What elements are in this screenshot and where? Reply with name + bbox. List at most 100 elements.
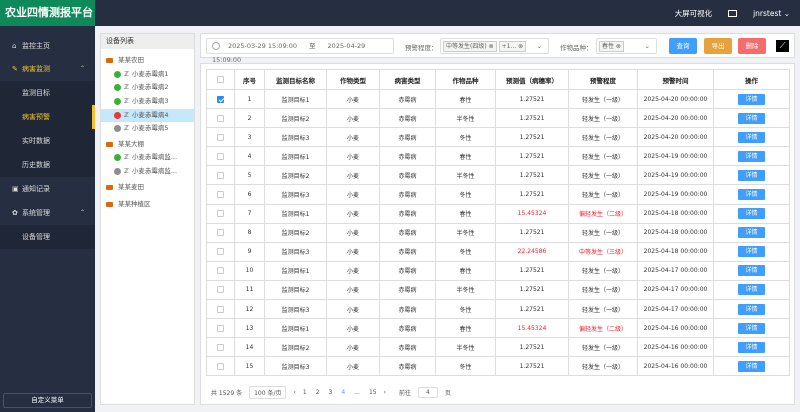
table-row[interactable]: 10 监测目标1 小麦 赤霉病 春性 1.27521 轻发生（一级） 2025-04-17 0… [206, 260, 790, 281]
table-cell: 冬性 [435, 241, 496, 262]
detail-button[interactable]: 详情 [738, 246, 765, 258]
detail-button[interactable]: 详情 [738, 265, 765, 277]
detail-button[interactable]: 详情 [738, 189, 765, 201]
date-range-picker[interactable]: 2025-03-29 15:09:00 至 2025-04-29 15:09:00 [206, 38, 394, 64]
row-checkbox[interactable] [217, 114, 224, 122]
detail-button[interactable]: 详情 [738, 322, 765, 334]
delete-button[interactable]: 删除 [738, 38, 766, 54]
row-checkbox[interactable] [217, 133, 224, 141]
monitor-icon: ✎ [12, 65, 18, 73]
table-row[interactable]: 14 监测目标2 小麦 赤霉病 半冬性 1.27521 轻发生（一级） 2025-04-16 … [206, 337, 790, 358]
page-number[interactable]: 15 [369, 389, 377, 396]
level-tag-more[interactable]: +1... ⊗ [498, 41, 527, 52]
sidebar-item[interactable]: 实时数据 [0, 129, 95, 153]
table-row[interactable]: 1 监测目标1 小麦 赤霉病 春性 1.27521 轻发生（一级） 2025-04-20 00… [206, 88, 790, 110]
tree-device[interactable]: ℤ 小麦赤霉病2 [101, 81, 194, 94]
table-cell: 小麦 [326, 146, 380, 167]
sidebar-item[interactable]: ✎ 病害监测 ⌃ [0, 57, 95, 81]
user-menu[interactable]: jnrstest ⌄ [753, 9, 790, 18]
row-checkbox[interactable] [217, 152, 224, 160]
page-number[interactable]: 4 [341, 389, 345, 396]
table-cell: 2 [234, 108, 265, 129]
tree-device[interactable]: ℤ 小麦赤霉病3 [101, 95, 194, 108]
tree-folder[interactable]: 某某种植区 [101, 198, 194, 211]
table-cell: 半冬性 [435, 108, 496, 129]
row-checkbox[interactable] [217, 191, 224, 199]
custom-menu-button[interactable]: 自定义菜单 [3, 393, 92, 408]
table-row[interactable]: 12 监测目标3 小麦 赤霉病 冬性 1.27521 轻发生（一级） 2025-04-17 0… [206, 299, 790, 320]
page-size-select[interactable]: 100 条/页 [249, 386, 287, 399]
sidebar-item[interactable]: 监测目标 [0, 81, 95, 105]
detail-button[interactable]: 详情 [738, 112, 765, 124]
detail-button[interactable]: 详情 [738, 284, 765, 296]
tree-device[interactable]: ℤ 小麦赤霉病监... [101, 165, 194, 178]
table-row[interactable]: 13 监测目标1 小麦 赤霉病 春性 15.45324 偏轻发生（二级） 2025-04-16… [206, 318, 790, 339]
tree-device[interactable]: ℤ 小麦赤霉病监... [101, 151, 194, 164]
row-checkbox[interactable] [217, 343, 224, 351]
table-row[interactable]: 4 监测目标1 小麦 赤霉病 春性 1.27521 轻发生（一级） 2025-04-19 00… [206, 146, 790, 167]
select-all-checkbox[interactable] [217, 76, 224, 83]
table-row[interactable]: 2 监测目标2 小麦 赤霉病 半冬性 1.27521 轻发生（一级） 2025-04-20 0… [206, 108, 790, 129]
sidebar-item[interactable]: 设备管理 [0, 225, 95, 249]
row-checkbox[interactable] [217, 362, 224, 370]
level-select[interactable]: 中等发生(四级) ⊗ +1... ⊗ ⌄ [440, 38, 549, 54]
variety-tag[interactable]: 春性 ⊗ [599, 41, 624, 52]
row-checkbox[interactable] [217, 305, 224, 313]
row-checkbox[interactable] [217, 95, 224, 103]
tree-folder[interactable]: 某某大棚 [101, 138, 194, 151]
page-number[interactable]: ... [354, 389, 360, 396]
sidebar-item-label: 病害监测 [22, 65, 50, 73]
detail-button[interactable]: 详情 [738, 169, 765, 181]
variety-select[interactable]: 春性 ⊗ ⌄ [596, 38, 657, 54]
sidebar-item[interactable]: ✿ 系统管理 ⌃ [0, 201, 95, 225]
query-button[interactable]: 查询 [669, 38, 697, 54]
detail-button[interactable]: 详情 [738, 150, 765, 162]
big-screen-link[interactable]: 大屏可视化 [675, 8, 713, 19]
detail-button[interactable]: 详情 [738, 93, 765, 105]
table-cell: 轻发生（一级） [568, 108, 638, 129]
table-row[interactable]: 11 监测目标2 小麦 赤霉病 半冬性 1.27521 轻发生（一级） 2025-04-17 … [206, 279, 790, 301]
table-row[interactable]: 5 监测目标2 小麦 赤霉病 半冬性 1.27521 轻发生（一级） 2025-04-19 0… [206, 165, 790, 186]
message-icon[interactable] [728, 9, 738, 17]
detail-button[interactable]: 详情 [738, 227, 765, 239]
export-button[interactable]: 导出 [704, 38, 732, 54]
page-number[interactable]: 2 [316, 389, 320, 396]
sidebar-item[interactable]: 历史数据 [0, 153, 95, 177]
row-checkbox[interactable] [217, 267, 224, 275]
row-checkbox[interactable] [217, 248, 224, 256]
table-cell: 3 [234, 127, 265, 148]
level-tag[interactable]: 中等发生(四级) ⊗ [443, 41, 497, 52]
tree-device[interactable]: ℤ 小麦赤霉病1 [101, 68, 194, 81]
tree-folder[interactable]: 某某麦田 [101, 181, 194, 194]
table-row[interactable]: 8 监测目标2 小麦 赤霉病 半冬性 1.27521 轻发生（一级） 2025-04-18 0… [206, 222, 790, 243]
table-row[interactable]: 7 监测目标1 小麦 赤霉病 春性 15.45324 偏轻发生（二级） 2025-04-18 … [206, 203, 790, 224]
row-checkbox[interactable] [217, 210, 224, 218]
detail-button[interactable]: 详情 [738, 303, 765, 315]
detail-button[interactable]: 详情 [738, 208, 765, 220]
sidebar-item-label: 系统管理 [22, 209, 50, 217]
table-row[interactable]: 15 监测目标3 小麦 赤霉病 冬性 1.27521 轻发生（一级） 2025-04-16 0… [206, 356, 790, 377]
chart-icon[interactable]: ⟋ [776, 40, 789, 52]
tree-device[interactable]: ℤ 小麦赤霉病5 [101, 122, 194, 135]
row-checkbox[interactable] [217, 229, 224, 237]
table-row[interactable]: 3 监测目标3 小麦 赤霉病 冬性 1.27521 轻发生（一级） 2025-04-20 00… [206, 127, 790, 148]
sidebar-item[interactable]: 病害预警 [0, 105, 95, 129]
sidebar-item[interactable]: ▣ 通知记录 [0, 177, 95, 201]
table-cell: 半冬性 [435, 222, 496, 243]
row-checkbox[interactable] [217, 171, 224, 179]
table-row[interactable]: 6 监测目标3 小麦 赤霉病 冬性 1.27521 轻发生（一级） 2025-04-19 00… [206, 184, 790, 205]
page-number[interactable]: 3 [329, 389, 333, 396]
sidebar-item[interactable]: ⌂ 监控主页 [0, 34, 95, 58]
detail-button[interactable]: 详情 [738, 131, 765, 143]
page-number[interactable]: 1 [303, 389, 307, 396]
detail-button[interactable]: 详情 [738, 341, 765, 353]
prev-page-icon[interactable]: ‹ [293, 389, 295, 396]
table-row[interactable]: 9 监测目标3 小麦 赤霉病 冬性 22.24586 中等发生（三级） 2025-04-18 … [206, 241, 790, 262]
row-checkbox[interactable] [217, 286, 224, 294]
tree-folder[interactable]: 某某农田 [101, 54, 194, 67]
tree-device[interactable]: ℤ 小麦赤霉病4 [101, 109, 194, 122]
goto-page-input[interactable]: 4 [418, 387, 438, 398]
detail-button[interactable]: 详情 [738, 360, 765, 372]
row-checkbox[interactable] [217, 324, 224, 332]
next-page-icon[interactable]: › [384, 389, 386, 396]
